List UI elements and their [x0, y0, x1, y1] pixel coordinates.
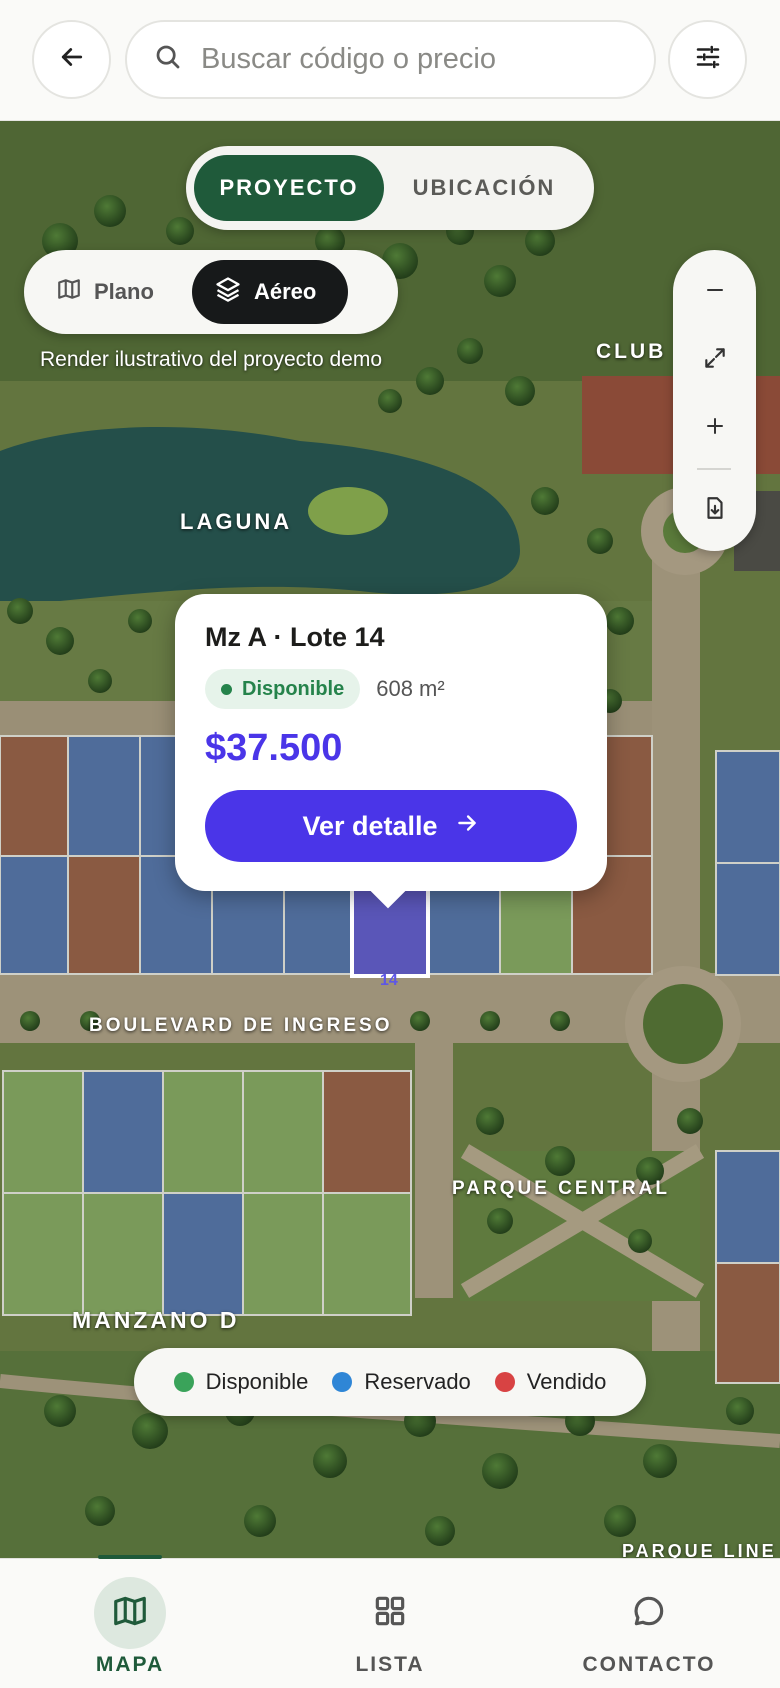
search-input[interactable] [201, 43, 621, 76]
nav-label-lista: LISTA [355, 1653, 425, 1676]
status-badge: Disponible [205, 669, 361, 709]
controls-divider [697, 468, 731, 470]
fullscreen-button[interactable] [673, 330, 756, 390]
selected-lot-number: 14 [380, 972, 398, 989]
map-label-laguna: LAGUNA [180, 509, 293, 534]
legend-swatch-vendido [494, 1372, 515, 1392]
lot-popup: Mz A · Lote 14 Disponible 608 m² $37.500… [175, 594, 607, 891]
render-caption: Render ilustrativo del proyecto demo [40, 348, 383, 371]
nav-tab-contacto[interactable]: CONTACTO [549, 1559, 749, 1688]
legend-label: Disponible [205, 1369, 309, 1394]
arrow-left-icon [57, 42, 87, 77]
legend-item-reservado: Reservado [332, 1369, 471, 1395]
map-label-manzana-d: MANZANO D [72, 1307, 240, 1333]
view-aereo-button[interactable]: Aéreo [192, 260, 348, 324]
view-toggle: Plano Aéreo [24, 250, 398, 334]
nav-icon-wrap [94, 1577, 166, 1649]
nav-tab-lista[interactable]: LISTA [290, 1559, 490, 1688]
back-button[interactable] [32, 20, 111, 99]
view-detail-button[interactable]: Ver detalle [205, 790, 577, 862]
sliders-icon [693, 42, 723, 77]
tab-ubicacion[interactable]: UBICACIÓN [384, 155, 584, 221]
status-label: Disponible [242, 677, 345, 700]
view-plano-button[interactable]: Plano [34, 260, 192, 324]
map-label-parque-lineal: PARQUE LINE [622, 1541, 777, 1558]
plus-icon [703, 414, 727, 443]
status-dot [221, 683, 232, 695]
lot-area: 608 m² [376, 676, 445, 701]
map-icon [56, 276, 82, 308]
lot-price: $37.500 [205, 727, 343, 769]
map-label-parque-central: PARQUE CENTRAL [452, 1178, 670, 1199]
nav-label-mapa: MAPA [95, 1653, 165, 1676]
download-icon [702, 495, 728, 526]
nav-tab-mapa[interactable]: MAPA [30, 1555, 230, 1688]
grid-icon [371, 1592, 409, 1635]
legend-label: Vendido [526, 1369, 607, 1394]
zoom-out-button[interactable] [673, 262, 756, 322]
status-legend: Disponible Reservado Vendido [134, 1348, 646, 1416]
view-aereo-label: Aéreo [254, 279, 317, 304]
legend-item-disponible: Disponible [173, 1369, 309, 1395]
mode-tabs: PROYECTO UBICACIÓN [186, 146, 594, 230]
filter-button[interactable] [668, 20, 747, 99]
legend-swatch-disponible [173, 1372, 194, 1392]
view-plano-label: Plano [94, 279, 154, 304]
bottom-nav: MAPA LISTA CONTACTO [0, 1555, 780, 1688]
nav-icon-wrap [354, 1577, 426, 1649]
layers-icon [214, 275, 242, 309]
lot-title: Mz A · Lote 14 [205, 622, 385, 652]
chat-icon [630, 1592, 668, 1635]
minus-icon [703, 278, 727, 307]
expand-icon [702, 345, 728, 376]
search-icon [153, 42, 183, 77]
legend-item-vendido: Vendido [494, 1369, 607, 1395]
download-button[interactable] [673, 480, 756, 540]
map-icon [111, 1592, 149, 1635]
search-bar[interactable] [125, 20, 656, 99]
legend-swatch-reservado [332, 1372, 353, 1392]
zoom-in-button[interactable] [673, 398, 756, 458]
legend-label: Reservado [364, 1369, 471, 1394]
arrow-right-icon [454, 810, 480, 843]
view-detail-label: Ver detalle [302, 810, 438, 841]
nav-icon-wrap [613, 1577, 685, 1649]
top-bar [0, 0, 780, 121]
tab-proyecto[interactable]: PROYECTO [194, 155, 384, 221]
nav-label-contacto: CONTACTO [582, 1653, 716, 1676]
map-controls [673, 250, 756, 551]
map-label-boulevard: BOULEVARD DE INGRESO [89, 1015, 393, 1036]
